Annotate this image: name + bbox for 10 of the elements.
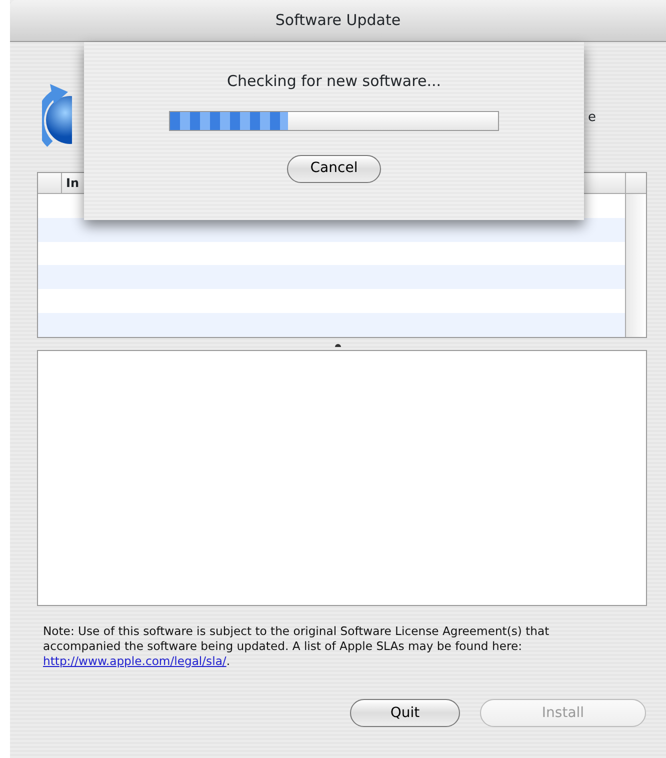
quit-button[interactable]: Quit <box>350 699 460 727</box>
cancel-button[interactable]: Cancel <box>287 154 381 182</box>
license-note: Note: Use of this software is subject to the original Software License Agreement(s) that accompanied the software being updated. A list of Apple SLAs may be found here: http://www.apple.com/legal/sla/. <box>43 624 550 669</box>
splitter-handle[interactable] <box>335 342 341 346</box>
description-text: e <box>588 109 596 127</box>
globe-arrow-icon <box>42 84 72 148</box>
column-header: In <box>65 175 80 192</box>
license-link[interactable]: http://www.apple.com/legal/sla/ <box>43 654 226 668</box>
window-title: Software Update <box>10 0 666 42</box>
status-message: Checking for new software... <box>227 71 441 92</box>
